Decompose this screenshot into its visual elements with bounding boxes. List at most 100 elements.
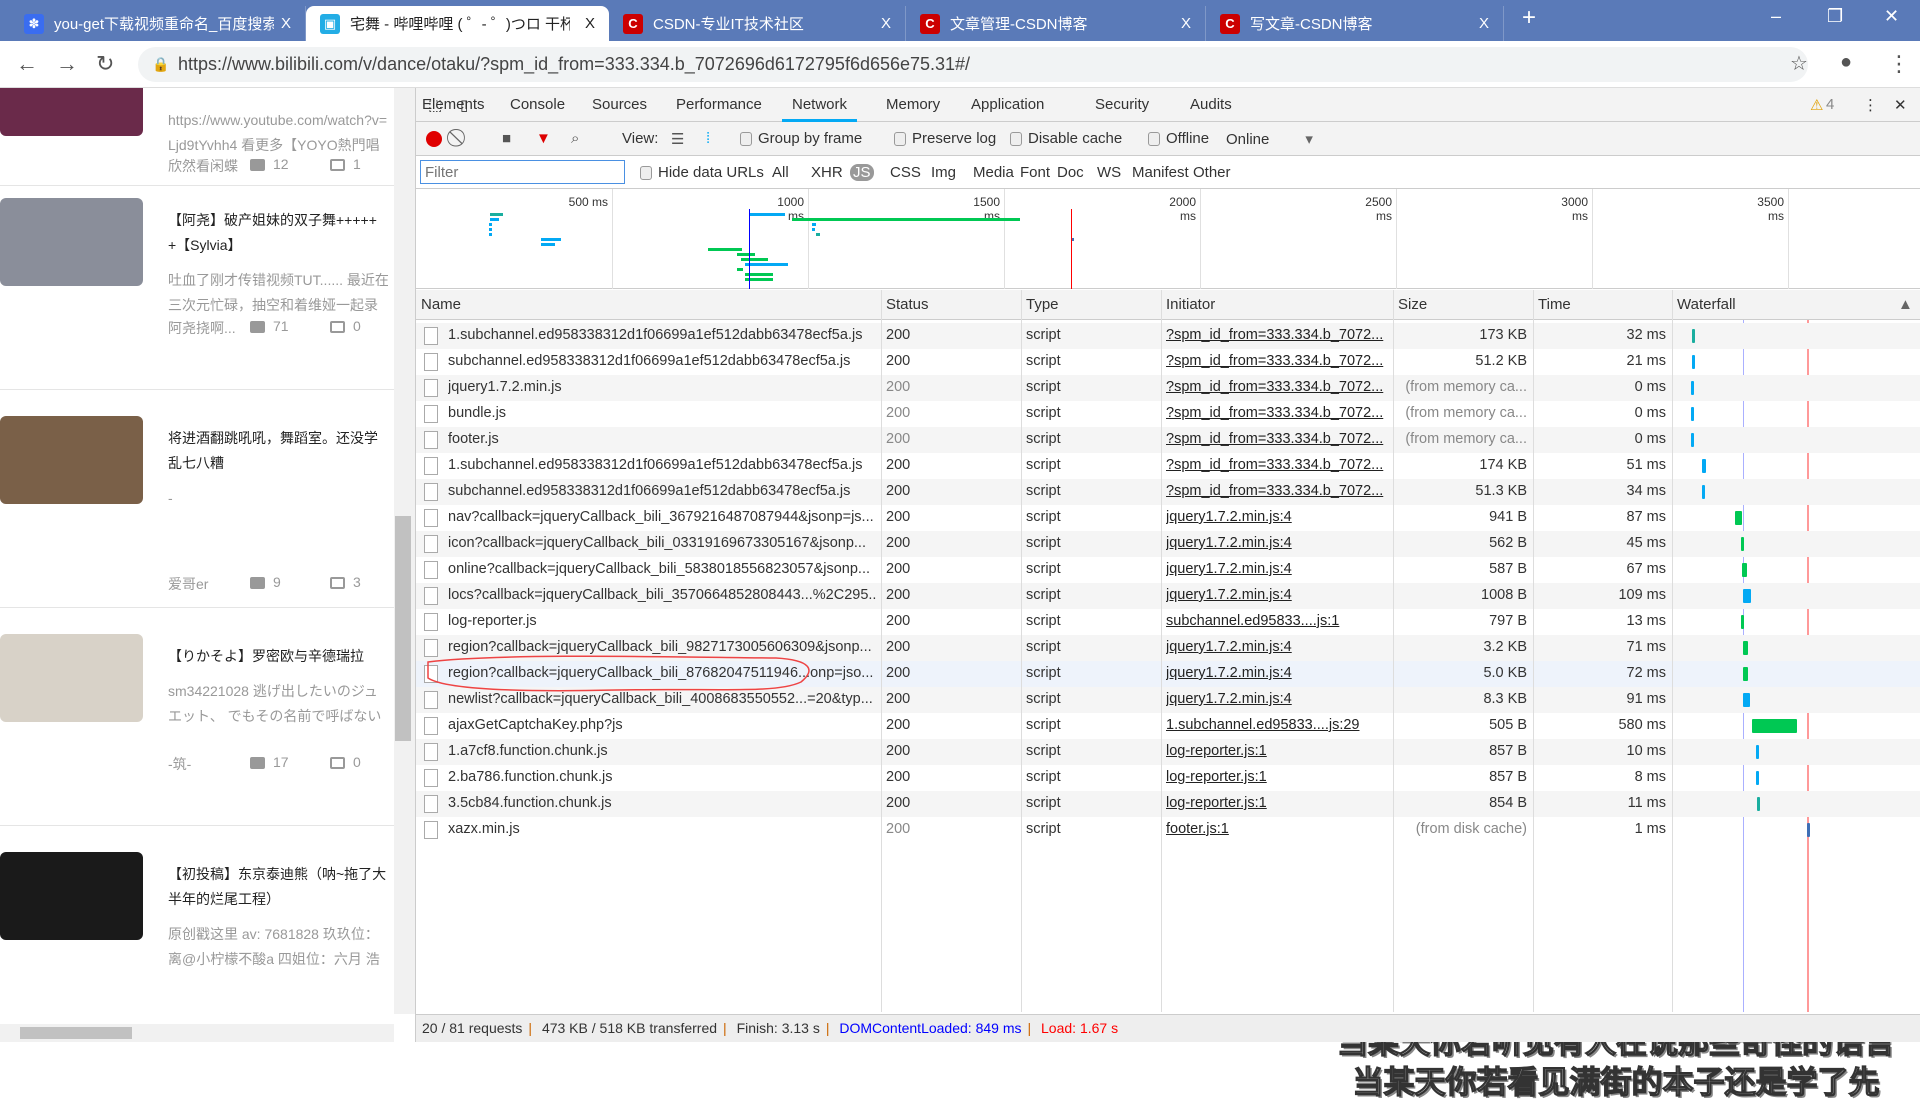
tab-sources[interactable]: Sources <box>592 96 647 113</box>
filter-type-css[interactable]: CSS <box>890 164 921 181</box>
request-name[interactable]: 1.subchannel.ed958338312d1f06699a1ef512d… <box>448 457 876 473</box>
request-initiator[interactable]: jquery1.7.2.min.js:4 <box>1166 665 1388 681</box>
video-title[interactable]: 【りかそよ】罗密欧与辛德瑞拉 <box>168 644 394 669</box>
search-icon[interactable]: ⌕ <box>571 130 579 147</box>
reload-icon[interactable]: ↻ <box>96 51 114 77</box>
minimize-button[interactable]: – <box>1771 6 1781 27</box>
filter-type-xhr[interactable]: XHR <box>811 164 843 181</box>
tab-close-icon[interactable]: X <box>585 15 595 32</box>
request-row[interactable]: subchannel.ed958338312d1f06699a1ef512dab… <box>416 479 1920 505</box>
filter-type-js[interactable]: JS <box>850 164 874 181</box>
request-row[interactable]: locs?callback=jqueryCallback_bili_357066… <box>416 583 1920 609</box>
column-header-size[interactable]: Size <box>1398 296 1427 313</box>
video-title-cont[interactable]: +【Sylvia】 <box>168 233 394 258</box>
video-title[interactable]: 将进酒翻跳吼吼，舞蹈室。还没学 <box>168 426 394 451</box>
filter-type-media[interactable]: Media <box>973 164 1014 181</box>
page-vertical-scrollbar[interactable] <box>394 88 415 1014</box>
request-row[interactable]: 2.ba786.function.chunk.js 200 script log-re… <box>416 765 1920 791</box>
page-horizontal-scrollbar[interactable] <box>0 1024 394 1042</box>
scrollbar-thumb[interactable] <box>395 516 411 741</box>
devtools-menu-icon[interactable]: ⋮ <box>1863 96 1878 114</box>
tab-close-icon[interactable]: X <box>881 15 891 32</box>
video-title[interactable]: 【初投稿】东京泰迪熊（呐~拖了大 <box>168 862 394 887</box>
column-header-time[interactable]: Time <box>1538 296 1571 313</box>
request-initiator[interactable]: jquery1.7.2.min.js:4 <box>1166 561 1388 577</box>
request-name[interactable]: footer.js <box>448 431 876 447</box>
request-name[interactable]: 1.a7cf8.function.chunk.js <box>448 743 876 759</box>
author-name[interactable]: 爱哥er <box>168 574 250 594</box>
request-name[interactable]: log-reporter.js <box>448 613 876 629</box>
request-initiator[interactable]: jquery1.7.2.min.js:4 <box>1166 509 1388 525</box>
request-row[interactable]: 1.a7cf8.function.chunk.js 200 script log-re… <box>416 739 1920 765</box>
filter-type-other[interactable]: Other <box>1193 164 1231 181</box>
request-name[interactable]: locs?callback=jqueryCallback_bili_357066… <box>448 587 876 603</box>
request-row[interactable]: jquery1.7.2.min.js 200 script ?spm_id_from=… <box>416 375 1920 401</box>
request-row[interactable]: xazx.min.js 200 script footer.js:1 (from dis… <box>416 817 1920 843</box>
tab-network[interactable]: Network <box>782 96 858 122</box>
offline-checkbox[interactable]: Offline <box>1148 130 1209 147</box>
filter-type-manifest[interactable]: Manifest <box>1132 164 1189 181</box>
column-header-type[interactable]: Type <box>1026 296 1059 313</box>
warning-icon[interactable]: ⚠ <box>1810 96 1823 114</box>
forward-icon[interactable]: → <box>56 51 78 77</box>
column-header-initiator[interactable]: Initiator <box>1166 296 1215 313</box>
filter-type-doc[interactable]: Doc <box>1057 164 1084 181</box>
record-button[interactable] <box>426 131 442 147</box>
bookmark-star-icon[interactable]: ☆ <box>1790 51 1808 76</box>
filter-type-font[interactable]: Font <box>1020 164 1050 181</box>
request-initiator[interactable]: ?spm_id_from=333.334.b_7072... <box>1166 431 1388 447</box>
filter-type-img[interactable]: Img <box>931 164 956 181</box>
browser-tab[interactable]: ✽ you-get下载视频重命名_百度搜索 X <box>10 6 306 41</box>
video-thumbnail[interactable] <box>0 852 143 940</box>
profile-icon[interactable]: ● <box>1840 51 1852 74</box>
request-initiator[interactable]: ?spm_id_from=333.334.b_7072... <box>1166 379 1388 395</box>
request-name[interactable]: nav?callback=jqueryCallback_bili_3679216… <box>448 509 876 525</box>
scrollbar-thumb[interactable] <box>20 1027 132 1039</box>
tab-elements[interactable]: Elements <box>422 96 485 113</box>
request-initiator[interactable]: jquery1.7.2.min.js:4 <box>1166 691 1388 707</box>
warning-count[interactable]: 4 <box>1826 96 1834 113</box>
request-row[interactable]: ajaxGetCaptchaKey.php?js 200 script 1.subch… <box>416 713 1920 739</box>
request-row[interactable]: footer.js 200 script ?spm_id_from=333.334.b… <box>416 427 1920 453</box>
sort-ascending-icon[interactable]: ▲ <box>1898 296 1913 313</box>
tab-close-icon[interactable]: X <box>1181 15 1191 32</box>
filter-icon[interactable]: ▼ <box>536 130 551 147</box>
request-initiator[interactable]: ?spm_id_from=333.334.b_7072... <box>1166 353 1388 369</box>
request-initiator[interactable]: subchannel.ed95833....js:1 <box>1166 613 1388 629</box>
request-name[interactable]: online?callback=jqueryCallback_bili_5838… <box>448 561 876 577</box>
request-name[interactable]: 1.subchannel.ed958338312d1f06699a1ef512d… <box>448 327 876 343</box>
request-name[interactable]: subchannel.ed958338312d1f06699a1ef512dab… <box>448 353 876 369</box>
request-row[interactable]: 1.subchannel.ed958338312d1f06699a1ef512d… <box>416 323 1920 349</box>
filter-input[interactable] <box>420 160 625 184</box>
group-by-frame-checkbox[interactable]: Group by frame <box>740 130 862 147</box>
video-title-cont[interactable]: 半年的烂尾工程） <box>168 887 394 912</box>
request-initiator[interactable]: log-reporter.js:1 <box>1166 743 1388 759</box>
tab-console[interactable]: Console <box>510 96 565 113</box>
request-initiator[interactable]: ?spm_id_from=333.334.b_7072... <box>1166 457 1388 473</box>
menu-icon[interactable]: ⋮ <box>1888 51 1910 77</box>
browser-tab[interactable]: ▣ 宅舞 - 哔哩哔哩 ( ゜- ゜)つロ 干杯~ X <box>306 6 609 41</box>
request-name[interactable]: jquery1.7.2.min.js <box>448 379 876 395</box>
tab-application[interactable]: Application <box>971 96 1044 113</box>
request-name[interactable]: 2.ba786.function.chunk.js <box>448 769 876 785</box>
network-overview-timeline[interactable]: 500 ms 1000 ms 1500 ms 2000 ms 2500 ms 3000 m… <box>416 189 1920 289</box>
request-initiator[interactable]: jquery1.7.2.min.js:4 <box>1166 639 1388 655</box>
browser-tab[interactable]: C 写文章-CSDN博客 X <box>1206 6 1504 41</box>
video-thumbnail[interactable] <box>0 88 143 136</box>
author-name[interactable]: 阿尧挠啊... <box>168 318 250 338</box>
overview-icon[interactable]: ⁞ <box>706 130 710 147</box>
video-thumbnail[interactable] <box>0 416 143 504</box>
author-name[interactable]: -筑- <box>168 754 250 774</box>
request-name[interactable]: subchannel.ed958338312d1f06699a1ef512dab… <box>448 483 876 499</box>
capture-screenshots-icon[interactable]: ■ <box>502 130 511 147</box>
tab-close-icon[interactable]: X <box>281 15 291 32</box>
video-thumbnail[interactable] <box>0 198 143 286</box>
request-initiator[interactable]: 1.subchannel.ed95833....js:29 <box>1166 717 1388 733</box>
request-row[interactable]: bundle.js 200 script ?spm_id_from=333.334.b… <box>416 401 1920 427</box>
request-name[interactable]: ajaxGetCaptchaKey.php?js <box>448 717 876 733</box>
throttle-select[interactable]: Online ▾ <box>1226 130 1313 148</box>
browser-tab[interactable]: C 文章管理-CSDN博客 X <box>906 6 1206 41</box>
disable-cache-checkbox[interactable]: Disable cache <box>1010 130 1122 147</box>
video-card[interactable]: 【りかそよ】罗密欧与辛德瑞拉 sm34221028 逃げ出したいのジュ エット、 で… <box>0 608 394 826</box>
request-row[interactable]: nav?callback=jqueryCallback_bili_3679216… <box>416 505 1920 531</box>
